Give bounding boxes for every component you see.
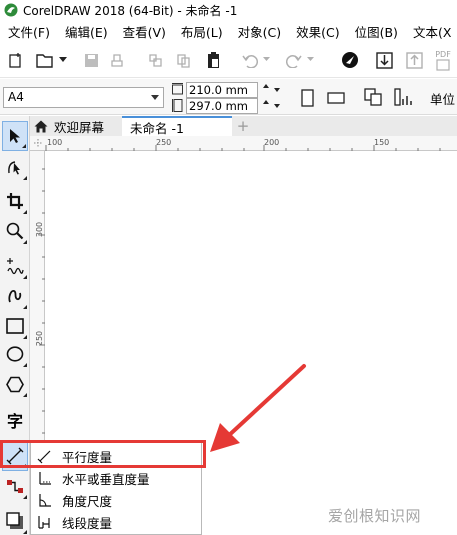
publish-pdf-label: PDF	[435, 49, 451, 59]
flyout-indicator-icon	[23, 210, 27, 214]
tab-welcome-screen[interactable]: 欢迎屏幕	[30, 116, 120, 136]
add-tab-icon[interactable]: +	[235, 116, 251, 136]
paste-icon[interactable]	[204, 50, 222, 70]
undo-dropdown-chevron-icon[interactable]	[261, 54, 271, 64]
open-dropdown-chevron-icon[interactable]	[58, 54, 68, 64]
menu-text[interactable]: 文本(X	[405, 22, 457, 41]
units-label: 单位	[430, 92, 456, 107]
open-icon[interactable]	[34, 51, 56, 69]
menu-file[interactable]: 文件(F)	[0, 22, 57, 41]
title-bar: CorelDRAW 2018 (64-Bit) - 未命名 -1	[0, 0, 457, 20]
text-tool-icon[interactable]: 字	[2, 405, 28, 435]
page-height-icon	[172, 99, 183, 112]
coreldraw-logo-icon	[4, 3, 18, 17]
tab-document[interactable]: 未命名 -1	[122, 116, 232, 136]
flyout-item-horizontal-vertical-dimension[interactable]: 水平或垂直度量	[31, 467, 201, 489]
corel-connect-icon[interactable]	[340, 50, 360, 70]
page-size-select[interactable]: A4	[3, 87, 164, 108]
page-size-value: A4	[8, 90, 24, 104]
artistic-media-icon[interactable]	[2, 281, 28, 311]
page-height-field[interactable]: 297.0 mm	[186, 98, 258, 114]
flyout-indicator-icon	[23, 530, 27, 534]
undo-icon[interactable]	[241, 51, 259, 69]
flyout-indicator-icon	[23, 363, 27, 367]
flyout-item-label: 角度尺度	[62, 493, 113, 509]
publish-pdf-icon[interactable]: PDF	[432, 48, 454, 72]
save-icon[interactable]	[82, 51, 100, 69]
horizontal-ruler[interactable]: 100 250 200 150	[30, 136, 457, 151]
portrait-orientation-button[interactable]	[296, 86, 318, 110]
redo-dropdown-chevron-icon[interactable]	[305, 54, 315, 64]
crop-tool-icon[interactable]	[2, 186, 28, 216]
watermark: 爱创根知识网	[328, 507, 422, 525]
property-bar: A4 210.0 mm 297.0 mm 单位	[0, 79, 457, 115]
cut-icon[interactable]	[146, 51, 164, 69]
drop-shadow-icon[interactable]	[2, 506, 28, 535]
annotation-arrow-icon	[210, 364, 306, 452]
new-document-icon[interactable]	[5, 51, 25, 69]
flyout-indicator-icon	[23, 176, 27, 180]
flyout-indicator-icon	[23, 275, 27, 279]
pick-tool-icon[interactable]	[2, 121, 28, 151]
spin-down-icon[interactable]	[274, 104, 280, 108]
toolbox: 字	[0, 116, 30, 535]
ellipse-tool-icon[interactable]	[2, 339, 28, 369]
text-tool-glyph: 字	[6, 412, 23, 431]
page-width-spinner[interactable]	[259, 82, 283, 98]
shape-tool-icon[interactable]	[2, 152, 28, 182]
landscape-orientation-button[interactable]	[324, 89, 348, 107]
angular-dimension-icon	[39, 494, 51, 507]
all-pages-layout-button[interactable]	[362, 86, 384, 108]
menu-object[interactable]: 对象(C)	[230, 22, 288, 41]
flyout-indicator-icon	[22, 144, 26, 148]
document-tab-bar: 欢迎屏幕 未命名 -1 +	[30, 116, 457, 136]
zoom-tool-icon[interactable]	[2, 216, 28, 246]
freehand-tool-icon[interactable]	[2, 251, 28, 281]
import-icon[interactable]	[374, 50, 394, 70]
connector-tool-icon[interactable]	[2, 471, 28, 501]
menu-layout[interactable]: 布局(L)	[173, 22, 230, 41]
menu-bar: 文件(F) 编辑(E) 查看(V) 布局(L) 对象(C) 效果(C) 位图(B…	[0, 20, 457, 42]
window-title: CorelDRAW 2018 (64-Bit) - 未命名 -1	[23, 3, 238, 18]
tab-document-label: 未命名 -1	[130, 120, 184, 136]
segment-dimension-icon	[38, 516, 50, 529]
current-page-layout-button[interactable]	[392, 86, 416, 108]
page-height-spinner[interactable]	[259, 98, 283, 114]
flyout-indicator-icon	[23, 240, 27, 244]
copy-icon[interactable]	[174, 51, 192, 69]
home-icon	[34, 120, 48, 132]
menu-bitmaps[interactable]: 位图(B)	[347, 22, 405, 41]
flyout-indicator-icon	[23, 305, 27, 309]
flyout-indicator-icon	[23, 393, 27, 397]
menu-effects[interactable]: 效果(C)	[288, 22, 346, 41]
annotation-highlight-box	[0, 440, 206, 468]
flyout-indicator-icon	[23, 495, 27, 499]
chevron-down-icon	[151, 95, 159, 100]
spin-down-icon[interactable]	[274, 88, 280, 92]
flyout-item-segment-dimension[interactable]: 线段度量	[31, 511, 201, 533]
polygon-tool-icon[interactable]	[2, 369, 28, 399]
tab-welcome-label: 欢迎屏幕	[54, 119, 105, 135]
spin-up-icon[interactable]	[263, 100, 269, 104]
redo-icon[interactable]	[285, 51, 303, 69]
page-width-field[interactable]: 210.0 mm	[186, 82, 258, 98]
rectangle-tool-icon[interactable]	[2, 311, 28, 341]
print-icon[interactable]	[108, 51, 126, 69]
flyout-item-label: 线段度量	[62, 515, 113, 531]
standard-toolbar: PDF	[0, 42, 457, 78]
spin-up-icon[interactable]	[263, 84, 269, 88]
horizontal-vertical-dimension-icon	[39, 472, 51, 485]
flyout-item-label: 水平或垂直度量	[62, 471, 150, 487]
flyout-item-angular-dimension[interactable]: 角度尺度	[31, 489, 201, 511]
page-width-icon	[172, 83, 183, 95]
menu-edit[interactable]: 编辑(E)	[57, 22, 115, 41]
export-icon[interactable]	[404, 50, 424, 70]
menu-view[interactable]: 查看(V)	[115, 22, 173, 41]
ruler-ticks	[45, 145, 441, 151]
